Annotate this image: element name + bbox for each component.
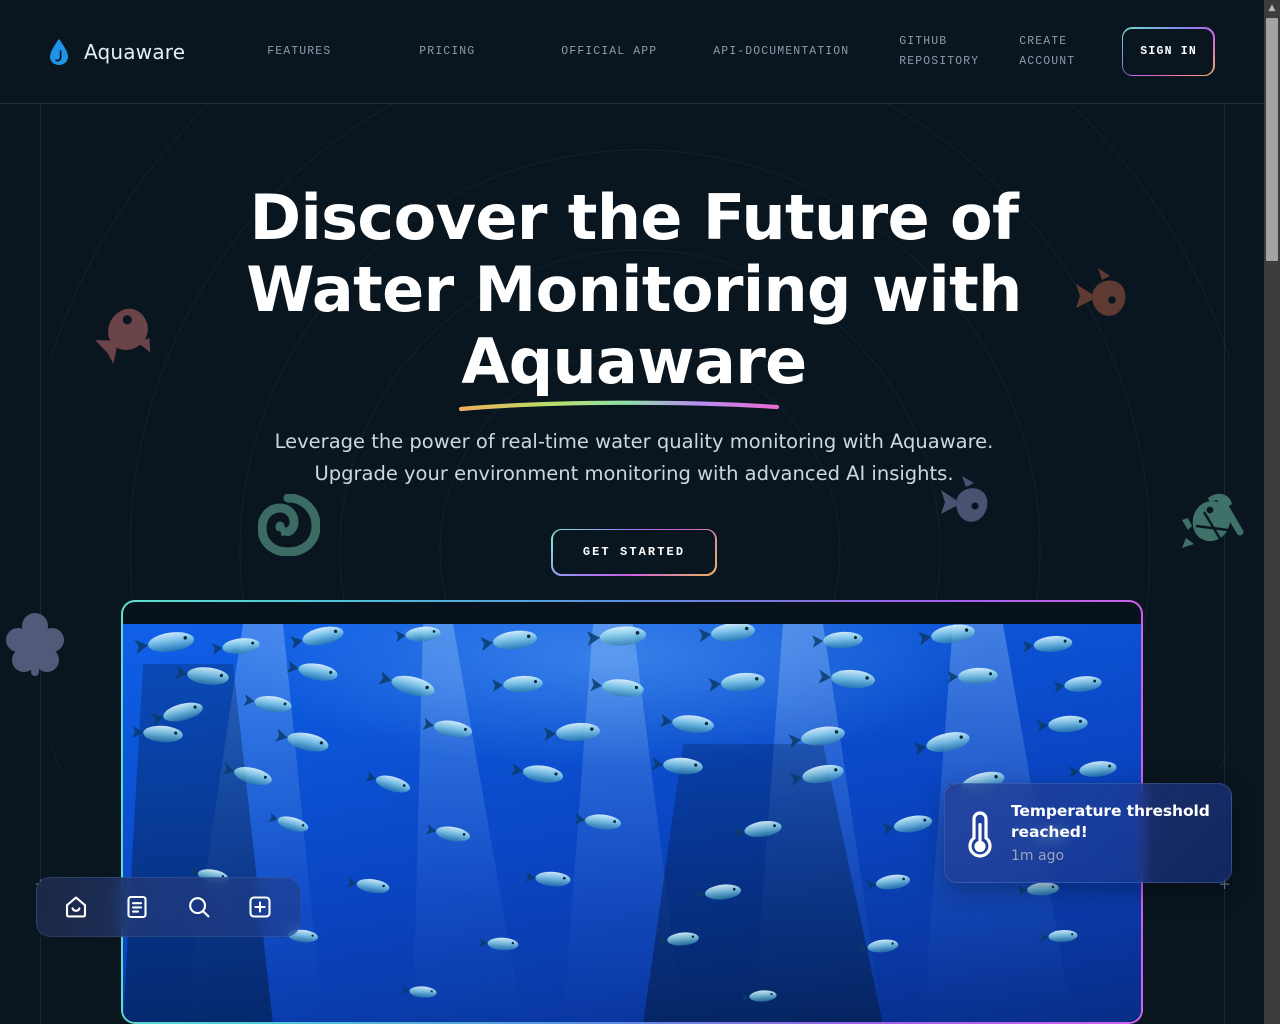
page-title: Discover the Future of Water Monitoring … [174, 181, 1094, 412]
notification-text: Temperature threshold reached! 1m ago [1011, 801, 1215, 866]
notification-card[interactable]: Temperature threshold reached! 1m ago [944, 783, 1232, 883]
scrollbar-thumb[interactable] [1266, 18, 1278, 261]
water-drop-icon [50, 38, 68, 65]
main-navigation: FEATURES PRICING OFFICIAL APP API-DOCUME… [267, 32, 1123, 72]
get-started-button[interactable]: GET STARTED [551, 528, 717, 576]
hero-subtitle-line1: Leverage the power of real-time water qu… [274, 430, 994, 453]
headline-underline-icon [459, 400, 780, 412]
sign-in-label: SIGN IN [1140, 45, 1197, 58]
headline-lead: Discover the Future of Water Monitoring … [246, 181, 1022, 326]
nav-item-features[interactable]: FEATURES [267, 42, 419, 62]
home-icon [65, 896, 86, 918]
home-button[interactable] [54, 885, 98, 929]
floating-toolbar [36, 877, 300, 937]
nav-item-create-account[interactable]: CREATE ACCOUNT [1019, 32, 1123, 72]
plus-square-icon [249, 896, 271, 918]
coral-decor-far-left [6, 613, 64, 676]
headline-accent: Aquaware [461, 325, 807, 398]
hero-subtitle: Leverage the power of real-time water qu… [204, 426, 1064, 490]
get-started-label: GET STARTED [582, 545, 686, 559]
page-root: + + + [0, 0, 1280, 1024]
nav-item-api-docs[interactable]: API-DOCUMENTATION [713, 42, 899, 62]
search-button[interactable] [177, 885, 221, 929]
document-icon [127, 895, 147, 919]
notification-title: Temperature threshold reached! [1011, 801, 1210, 841]
add-button[interactable] [238, 885, 282, 929]
nav-item-github-repo[interactable]: GITHUB REPOSITORY [899, 32, 1019, 72]
scroll-up-arrow-icon[interactable]: ▲ [1264, 0, 1280, 16]
hero-section: Discover the Future of Water Monitoring … [0, 104, 1268, 576]
vertical-scrollbar[interactable]: ▲ [1264, 0, 1280, 1024]
notification-time: 1m ago [1011, 847, 1065, 864]
reports-button[interactable] [115, 885, 159, 929]
brand[interactable]: Aquaware [48, 38, 185, 66]
top-navigation-bar: Aquaware FEATURES PRICING OFFICIAL APP A… [0, 0, 1268, 104]
cta-row: GET STARTED [0, 528, 1268, 576]
brand-name: Aquaware [84, 39, 186, 64]
nav-item-pricing[interactable]: PRICING [419, 42, 561, 62]
hero-subtitle-line2: Upgrade your environment monitoring with… [314, 462, 954, 485]
thermometer-icon [968, 811, 992, 858]
nav-item-official-app[interactable]: OFFICIAL APP [561, 42, 713, 62]
search-icon [188, 897, 210, 918]
sign-in-wrapper: SIGN IN [1121, 27, 1215, 76]
sign-in-button[interactable]: SIGN IN [1121, 27, 1215, 76]
headline-accent-wrap: Aquaware [459, 325, 807, 412]
